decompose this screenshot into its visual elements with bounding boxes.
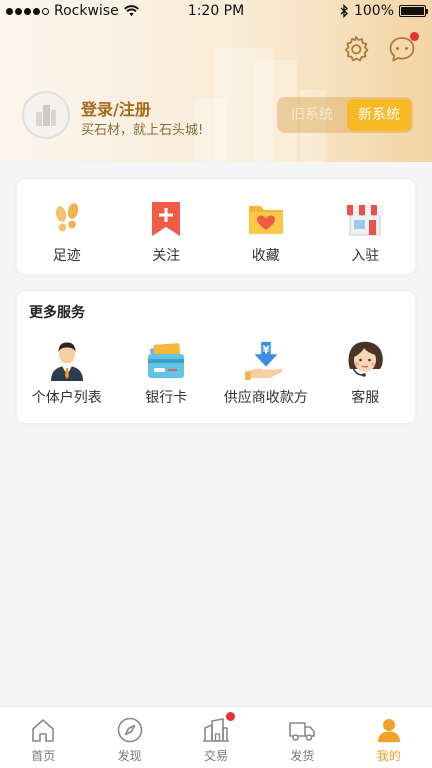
new-system-button[interactable]: 新系统 [347,99,411,131]
individual-business-list-label: 个体户列表 [31,390,102,406]
customer-service-label: 客服 [351,390,380,406]
avatar[interactable] [22,91,70,139]
more-services-title: 更多服务 [29,305,85,321]
bluetooth-icon [340,4,348,18]
settings-icon [344,36,369,62]
message-badge [410,32,419,41]
user-icon [377,719,400,742]
tab-mine[interactable]: 我的 [346,707,432,768]
quick-actions-grid: 足迹 关注 收藏 入驻 [17,198,415,265]
tab-discover-label: 发现 [117,749,142,763]
more-services-card: 更多服务 个体户列表 银行卡 ¥ 供应商收款方 客服 [17,291,415,423]
buildings-icon [202,718,229,742]
battery-percent: 100% [353,3,394,19]
tab-home[interactable]: 首页 [0,707,86,768]
tab-trade-label: 交易 [203,749,228,763]
heart-folder-icon [248,206,283,234]
system-switch: 旧系统 新系统 [277,97,413,133]
footprints-icon [55,203,78,232]
home-icon [32,719,54,742]
supplier-payee-label: 供应商收款方 [223,390,308,406]
supplier-payee-button[interactable]: ¥ 供应商收款方 [216,338,316,407]
status-bar: Rockwise 1:20 PM 100% [0,0,432,24]
building-placeholder-icon [36,105,56,126]
battery-icon [399,5,428,17]
individual-business-list-button[interactable]: 个体户列表 [17,338,117,407]
tab-discover[interactable]: 发现 [86,707,172,768]
more-services-grid: 个体户列表 银行卡 ¥ 供应商收款方 客服 [17,338,415,407]
profile-header [0,0,432,162]
compass-icon [117,717,142,743]
tab-trade[interactable]: 交易 [173,707,259,768]
tab-bar: 首页 发现 交易 发货 我的 [0,706,432,768]
favorites-label: 收藏 [251,248,280,264]
customer-service-icon [348,341,384,377]
follow-button[interactable]: 关注 [117,198,217,265]
settings-button[interactable] [341,34,371,64]
quick-actions-card: 足迹 关注 收藏 入驻 [17,179,415,274]
yuan-payment-icon: ¥ [244,341,283,381]
bookmark-plus-icon [152,202,181,236]
bank-card-icon [148,343,185,378]
message-button[interactable] [387,32,419,64]
status-bar-right: 100% [340,3,428,19]
footprints-label: 足迹 [52,248,81,264]
truck-icon [289,722,316,741]
follow-label: 关注 [152,248,181,264]
trade-badge [225,712,235,721]
settle-in-label: 入驻 [351,248,380,264]
settle-in-button[interactable]: 入驻 [316,198,416,265]
tab-ship-label: 发货 [290,749,315,763]
login-register-link[interactable]: 登录/注册 [81,96,151,120]
bank-card-button[interactable]: 银行卡 [117,338,217,407]
businessman-icon [50,342,83,381]
footprints-button[interactable]: 足迹 [17,198,117,265]
tab-ship[interactable]: 发货 [259,707,345,768]
favorites-button[interactable]: 收藏 [216,198,316,265]
old-system-button[interactable]: 旧系统 [277,97,347,133]
login-slogan: 买石材，就上石头城! [81,123,204,138]
svg-text:¥: ¥ [262,344,270,356]
tab-mine-label: 我的 [376,749,401,763]
customer-service-button[interactable]: 客服 [316,338,416,407]
shop-icon [347,205,384,236]
bank-card-label: 银行卡 [145,390,188,406]
tab-home-label: 首页 [31,749,56,763]
